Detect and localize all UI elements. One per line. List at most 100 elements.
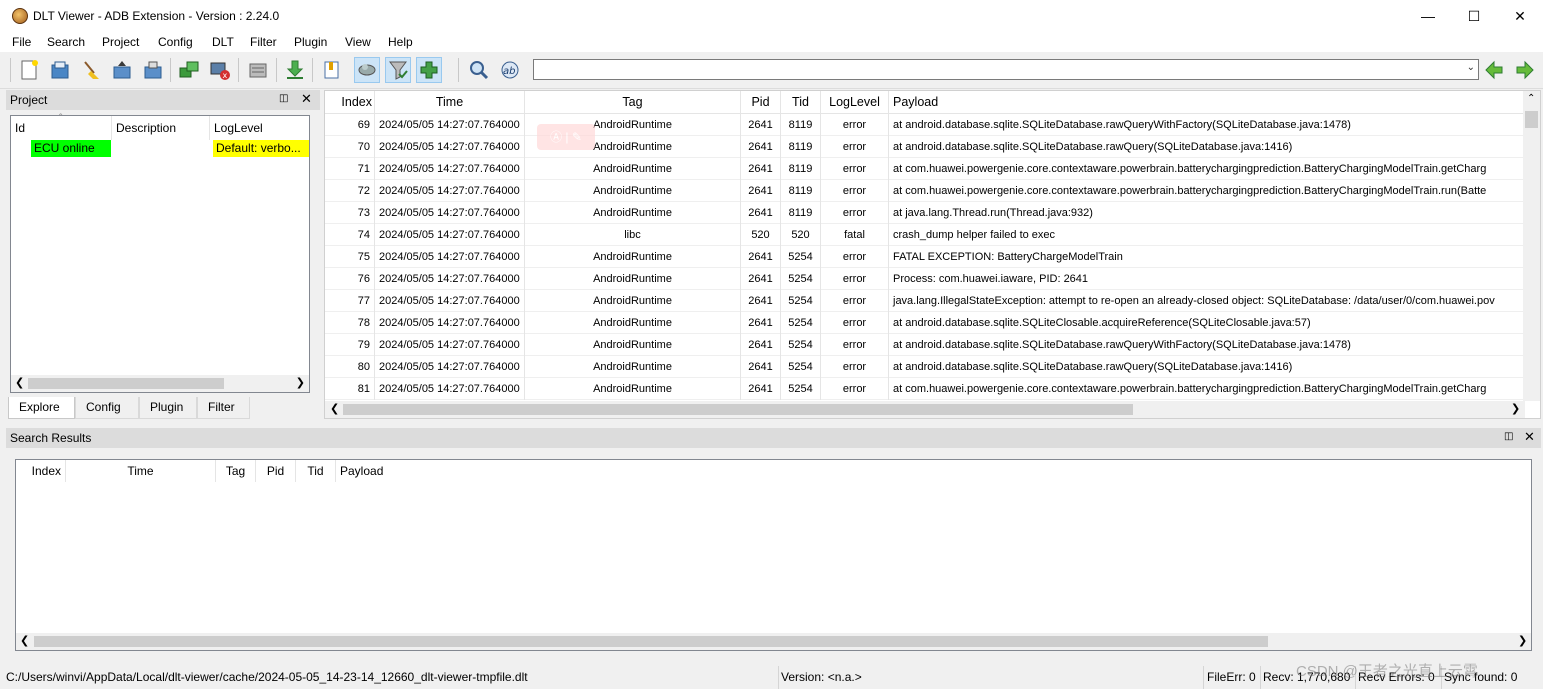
- log-row[interactable]: 79 2024/05/05 14:27:07.764000 AndroidRunti…: [325, 334, 1525, 356]
- chevron-down-icon[interactable]: ⌄: [1467, 62, 1475, 73]
- row-pid: 2641: [741, 180, 781, 202]
- status-file-path: C:/Users/winvi/AppData/Local/dlt-viewer/…: [6, 670, 528, 684]
- clear-icon[interactable]: [78, 57, 104, 83]
- row-index: 71: [325, 158, 375, 180]
- log-row[interactable]: 73 2024/05/05 14:27:07.764000 AndroidRunti…: [325, 202, 1525, 224]
- row-payload: at java.lang.Thread.run(Thread.java:932): [893, 207, 1093, 219]
- maximize-button[interactable]: ☐: [1451, 0, 1497, 32]
- menu-dlt[interactable]: DLT: [212, 35, 234, 49]
- search-icon[interactable]: [466, 57, 492, 83]
- tab-filter[interactable]: Filter: [197, 397, 250, 419]
- menu-project[interactable]: Project: [102, 35, 139, 49]
- plugin-icon[interactable]: [416, 57, 442, 83]
- row-tag: AndroidRuntime: [525, 158, 741, 180]
- row-loglevel: error: [821, 290, 889, 312]
- scroll-left-icon[interactable]: ❮: [20, 634, 29, 647]
- float-icon[interactable]: ◫: [1504, 431, 1513, 442]
- column-payload[interactable]: Payload: [336, 460, 536, 482]
- import-icon[interactable]: [109, 57, 135, 83]
- log-row[interactable]: 80 2024/05/05 14:27:07.764000 AndroidRunti…: [325, 356, 1525, 378]
- menu-config[interactable]: Config: [158, 35, 193, 49]
- column-loglevel[interactable]: LogLevel: [210, 116, 309, 140]
- menu-help[interactable]: Help: [388, 35, 413, 49]
- cloud-icon[interactable]: [354, 57, 380, 83]
- column-pid[interactable]: Pid: [741, 91, 781, 114]
- log-row[interactable]: 71 2024/05/05 14:27:07.764000 AndroidRunti…: [325, 158, 1525, 180]
- forward-arrow-icon[interactable]: [1512, 57, 1538, 83]
- menu-view[interactable]: View: [345, 35, 371, 49]
- column-payload[interactable]: Payload: [889, 91, 1529, 114]
- search-results-table[interactable]: Index Time Tag Pid Tid Payload ❮ ❯: [15, 459, 1532, 651]
- close-icon[interactable]: ✕: [301, 91, 312, 107]
- menu-filter[interactable]: Filter: [250, 35, 277, 49]
- project-tree[interactable]: Id ˆ Description LogLevel ECU online Def…: [10, 113, 310, 393]
- column-index[interactable]: Index: [325, 91, 375, 114]
- column-tid[interactable]: Tid: [781, 91, 821, 114]
- log-row[interactable]: 75 2024/05/05 14:27:07.764000 AndroidRunti…: [325, 246, 1525, 268]
- filter-icon[interactable]: [385, 57, 411, 83]
- column-loglevel[interactable]: LogLevel: [821, 91, 889, 114]
- download-icon[interactable]: [282, 57, 308, 83]
- row-tag: AndroidRuntime: [525, 268, 741, 290]
- translation-overlay-icon[interactable]: Ⓐ | ✎: [537, 124, 595, 150]
- open-file-icon[interactable]: [47, 57, 73, 83]
- settings-icon[interactable]: [245, 57, 271, 83]
- ecu-loglevel[interactable]: Default: verbo...: [213, 140, 309, 157]
- row-loglevel: error: [821, 334, 889, 356]
- column-pid[interactable]: Pid: [256, 460, 296, 482]
- log-row[interactable]: 69 2024/05/05 14:27:07.764000 AndroidRunti…: [325, 114, 1525, 136]
- log-row[interactable]: 72 2024/05/05 14:27:07.764000 AndroidRunti…: [325, 180, 1525, 202]
- scroll-left-icon[interactable]: ❮: [15, 376, 24, 389]
- log-row[interactable]: 78 2024/05/05 14:27:07.764000 AndroidRunti…: [325, 312, 1525, 334]
- scroll-up-icon[interactable]: ⌃: [1527, 93, 1535, 104]
- log-hscrollbar[interactable]: ❮ ❯: [325, 401, 1525, 418]
- project-hscrollbar[interactable]: ❮ ❯: [11, 375, 309, 392]
- column-index[interactable]: Index: [16, 460, 66, 482]
- row-index: 74: [325, 224, 375, 246]
- tab-explore[interactable]: Explore: [8, 397, 75, 419]
- log-vscrollbar[interactable]: ⌃: [1523, 91, 1540, 401]
- tab-config[interactable]: Config: [75, 397, 139, 419]
- column-tag[interactable]: Tag: [216, 460, 256, 482]
- log-table[interactable]: Index Time Tag Pid Tid LogLevel Payload …: [324, 90, 1541, 419]
- tab-plugin[interactable]: Plugin: [139, 397, 197, 419]
- connect-icon[interactable]: [176, 57, 202, 83]
- export-icon[interactable]: [140, 57, 166, 83]
- row-payload: at android.database.sqlite.SQLiteClosabl…: [893, 317, 1311, 329]
- column-time[interactable]: Time: [66, 460, 216, 482]
- scroll-right-icon[interactable]: ❯: [1511, 402, 1520, 415]
- column-time[interactable]: Time: [375, 91, 525, 114]
- back-arrow-icon[interactable]: [1481, 57, 1507, 83]
- menu-search[interactable]: Search: [47, 35, 85, 49]
- row-tid: 8119: [781, 158, 821, 180]
- row-payload: at android.database.sqlite.SQLiteDatabas…: [893, 339, 1351, 351]
- scroll-right-icon[interactable]: ❯: [1518, 634, 1527, 647]
- close-button[interactable]: ✕: [1497, 0, 1543, 32]
- log-row[interactable]: 81 2024/05/05 14:27:07.764000 AndroidRunti…: [325, 378, 1525, 400]
- scroll-left-icon[interactable]: ❮: [330, 402, 339, 415]
- new-file-icon[interactable]: [16, 57, 42, 83]
- filter-combobox[interactable]: ⌄: [533, 59, 1479, 80]
- column-tid[interactable]: Tid: [296, 460, 336, 482]
- row-time: 2024/05/05 14:27:07.764000: [375, 268, 525, 290]
- log-row[interactable]: 70 2024/05/05 14:27:07.764000 AndroidRunti…: [325, 136, 1525, 158]
- menu-plugin[interactable]: Plugin: [294, 35, 327, 49]
- menu-file[interactable]: File: [12, 35, 31, 49]
- close-icon[interactable]: ✕: [1524, 429, 1535, 445]
- ecu-item[interactable]: ECU online: [31, 140, 111, 157]
- log-row[interactable]: 77 2024/05/05 14:27:07.764000 AndroidRunti…: [325, 290, 1525, 312]
- row-index: 77: [325, 290, 375, 312]
- bookmark-icon[interactable]: [319, 57, 345, 83]
- scroll-right-icon[interactable]: ❯: [296, 376, 305, 389]
- column-tag[interactable]: Tag: [525, 91, 741, 114]
- regex-icon[interactable]: ab: [497, 57, 523, 83]
- search-hscrollbar[interactable]: ❮ ❯: [16, 633, 1531, 650]
- disconnect-icon[interactable]: x: [207, 57, 233, 83]
- column-description[interactable]: Description: [112, 116, 210, 140]
- log-row[interactable]: 76 2024/05/05 14:27:07.764000 AndroidRunti…: [325, 268, 1525, 290]
- row-payload: at com.huawei.powergenie.core.contextawa…: [893, 383, 1487, 395]
- log-row[interactable]: 74 2024/05/05 14:27:07.764000 libc 520 520 fa…: [325, 224, 1525, 246]
- float-icon[interactable]: ◫: [279, 93, 288, 104]
- row-time: 2024/05/05 14:27:07.764000: [375, 290, 525, 312]
- minimize-button[interactable]: —: [1405, 0, 1451, 32]
